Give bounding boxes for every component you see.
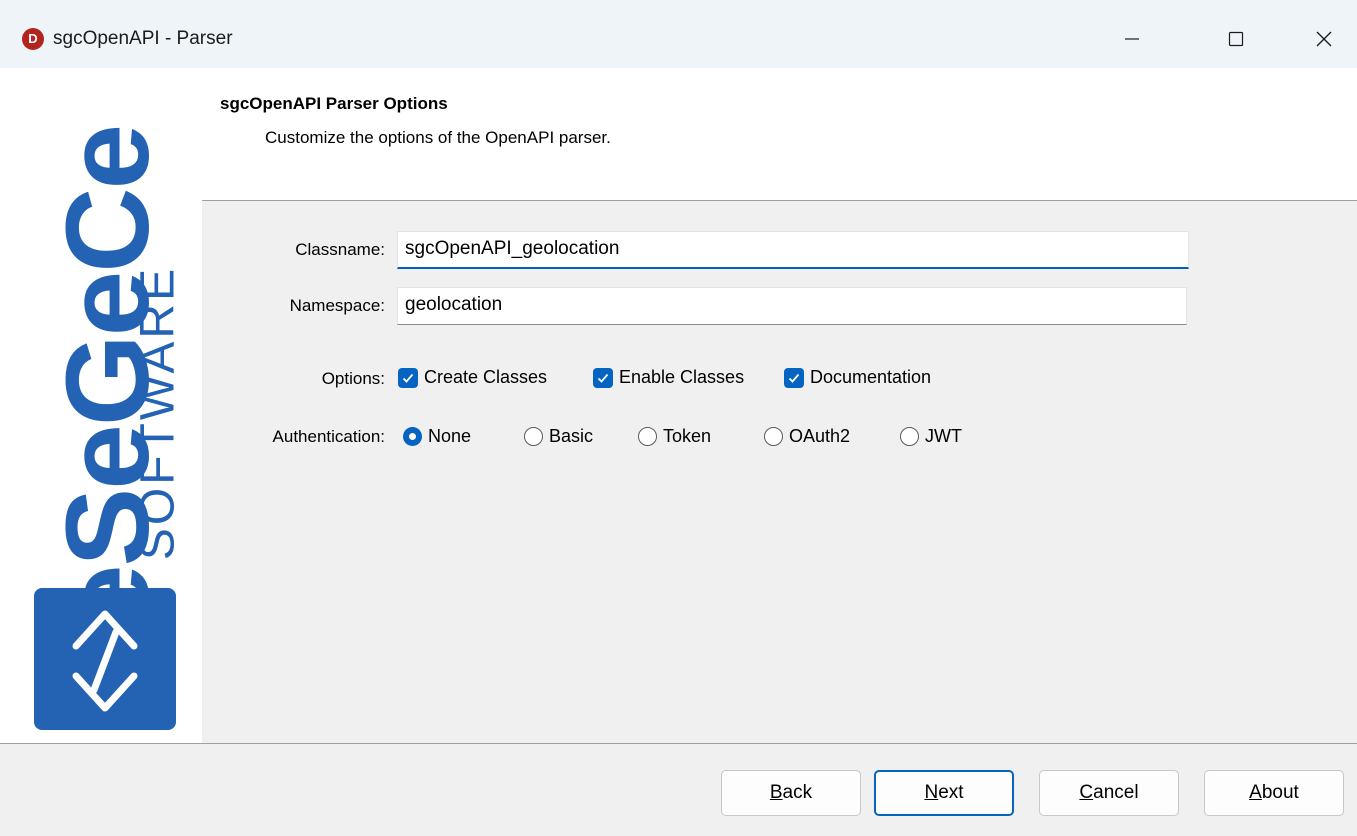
auth-basic-label: Basic: [549, 426, 594, 446]
create-classes-label: Create Classes: [424, 367, 548, 387]
maximize-icon: [1228, 31, 1244, 47]
back-button[interactable]: Back: [721, 770, 861, 816]
documentation-label: Documentation: [810, 367, 932, 387]
auth-basic-radio[interactable]: Basic: [524, 426, 593, 447]
minimize-icon: [1125, 38, 1139, 40]
documentation-checkbox[interactable]: Documentation: [784, 367, 931, 388]
minimize-button[interactable]: [1108, 15, 1156, 63]
auth-oauth2-radio[interactable]: OAuth2: [764, 426, 850, 447]
namespace-label: Namespace:: [289, 296, 385, 315]
header-divider: [202, 200, 1357, 201]
maximize-button[interactable]: [1212, 15, 1260, 63]
auth-none-radio[interactable]: None: [403, 426, 471, 447]
close-button[interactable]: [1300, 15, 1348, 63]
window-title: sgcOpenAPI - Parser: [53, 28, 233, 49]
cancel-button[interactable]: Cancel: [1039, 770, 1179, 816]
about-button[interactable]: About: [1204, 770, 1344, 816]
auth-token-radio[interactable]: Token: [638, 426, 711, 447]
radio-unselected-icon: [524, 427, 543, 446]
cancel-button-label: ancel: [1093, 782, 1139, 803]
footer-divider: [0, 743, 1357, 744]
radio-unselected-icon: [900, 427, 919, 446]
auth-jwt-label: JWT: [925, 426, 962, 446]
authentication-label: Authentication:: [272, 427, 385, 446]
enable-classes-label: Enable Classes: [619, 367, 745, 387]
page-subtitle: Customize the options of the OpenAPI par…: [265, 128, 611, 147]
next-button-mnemonic: N: [924, 782, 939, 803]
enable-classes-checkbox[interactable]: Enable Classes: [593, 367, 744, 388]
about-button-label: bout: [1261, 782, 1299, 803]
wizard-header: sgcOpenAPI Parser Options Customize the …: [202, 68, 1357, 200]
auth-token-label: Token: [663, 426, 712, 446]
app-icon: D: [22, 28, 44, 50]
radio-unselected-icon: [764, 427, 783, 446]
brand-logo-subtext: SOFTWARE: [131, 265, 185, 561]
checkbox-checked-icon: [784, 367, 804, 388]
logo-panel: eSeGeCe SOFTWARE: [0, 68, 202, 743]
classname-label: Classname:: [295, 240, 385, 259]
page-title: sgcOpenAPI Parser Options: [220, 94, 448, 113]
classname-input[interactable]: sgcOpenAPI_geolocation: [397, 231, 1189, 269]
back-button-mnemonic: B: [769, 782, 783, 803]
options-label: Options:: [321, 369, 385, 388]
namespace-input[interactable]: geolocation: [397, 287, 1187, 325]
close-icon: [1316, 31, 1332, 47]
checkbox-checked-icon: [593, 367, 613, 388]
checkbox-checked-icon: [398, 367, 418, 388]
auth-jwt-radio[interactable]: JWT: [900, 426, 962, 447]
code-logo-icon: [34, 588, 176, 730]
back-button-label: ack: [782, 782, 813, 803]
title-bar: D sgcOpenAPI - Parser: [0, 0, 1357, 68]
auth-oauth2-label: OAuth2: [789, 426, 851, 446]
next-button-label: ext: [938, 782, 964, 803]
next-button[interactable]: Next: [874, 770, 1014, 816]
parser-window: D sgcOpenAPI - Parser eSeGeCe SOFTWARE s…: [0, 0, 1357, 836]
radio-unselected-icon: [638, 427, 657, 446]
cancel-button-mnemonic: C: [1079, 782, 1094, 803]
create-classes-checkbox[interactable]: Create Classes: [398, 367, 547, 388]
radio-selected-icon: [403, 427, 422, 446]
about-button-mnemonic: A: [1249, 782, 1262, 803]
auth-none-label: None: [428, 426, 472, 446]
